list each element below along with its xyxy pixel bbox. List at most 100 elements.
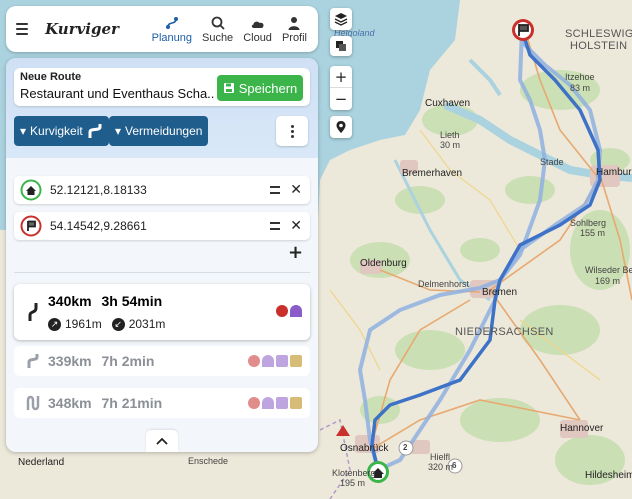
overlay-button[interactable] xyxy=(330,36,352,56)
route-alternative[interactable]: 340km 3h 54min ↗ 1961m ↙ 2031m xyxy=(14,284,310,340)
planning-panel: Neue Route Restaurant und Eventhaus Scha… xyxy=(6,58,318,452)
map-label: HOLSTEIN xyxy=(570,40,628,52)
add-waypoint-button[interactable]: + xyxy=(288,242,303,263)
map-label: Bremerhaven xyxy=(402,168,463,179)
route-warnings xyxy=(276,305,302,317)
route-duration: 7h 2min xyxy=(101,353,155,369)
zoom-in-button[interactable]: + xyxy=(330,66,352,88)
avoid-label: Vermeidungen xyxy=(125,124,203,138)
map-label: 155 m xyxy=(580,228,606,238)
tab-planning[interactable]: Planung xyxy=(147,15,197,44)
map-label: 195 m xyxy=(340,478,366,488)
curviness-button[interactable]: ▾ Kurvigkeit xyxy=(14,116,109,146)
route-warnings xyxy=(248,355,302,367)
more-options-button[interactable] xyxy=(276,116,308,146)
toll-icon xyxy=(290,397,302,409)
map-label: Osnabrück xyxy=(340,443,389,454)
zoom-out-button[interactable]: − xyxy=(330,88,352,110)
map-label: Bremen xyxy=(482,287,518,298)
map-label: 30 m xyxy=(440,140,461,150)
caret-down-icon: ▾ xyxy=(20,124,27,138)
route-icon xyxy=(165,16,178,29)
very-curvy-road-icon xyxy=(26,395,40,411)
map-label: Sohlberg xyxy=(570,218,607,228)
finish-flag-icon xyxy=(20,215,42,237)
location-pin-icon xyxy=(336,121,346,133)
tab-label: Profil xyxy=(281,31,307,44)
user-icon xyxy=(288,16,300,30)
drag-handle-icon[interactable] xyxy=(270,186,281,194)
map-label: Nederland xyxy=(18,457,65,468)
app-logo: Kurviger xyxy=(45,20,119,38)
map-label: SCHLESWIG- xyxy=(565,28,632,40)
remove-waypoint-icon[interactable]: ✕ xyxy=(290,182,302,198)
elevation-summary: ↗ 1961m ↙ 2031m xyxy=(48,317,165,331)
layers-button[interactable] xyxy=(330,8,352,30)
overlay-icon xyxy=(336,41,346,51)
route-summary: 340km 3h 54min xyxy=(48,293,162,309)
no-entry-icon xyxy=(248,397,260,409)
route-alternative[interactable]: 348km 7h 21min xyxy=(14,388,310,418)
route-distance: 339km xyxy=(48,353,92,369)
route-alternative[interactable]: 339km 7h 2min xyxy=(14,346,310,376)
locate-button[interactable] xyxy=(330,116,352,138)
curvy-road-icon xyxy=(88,124,102,138)
home-icon xyxy=(20,179,42,201)
zoom-control: + − xyxy=(330,66,352,110)
route-warnings xyxy=(248,397,302,409)
app-header: Kurviger Planung Suche Cloud Profil xyxy=(6,6,318,52)
cloud-icon xyxy=(251,21,264,28)
dot xyxy=(290,134,294,138)
avoid-button[interactable]: ▾ Vermeidungen xyxy=(109,116,209,146)
toll-icon xyxy=(290,355,302,367)
tab-cloud[interactable]: Cloud xyxy=(238,15,277,44)
waypoint-row[interactable]: 54.14542,9.28661 ✕ xyxy=(14,212,310,240)
descent-icon: ↙ xyxy=(111,317,125,331)
save-label: Speichern xyxy=(238,80,298,96)
waypoint-coords[interactable]: 54.14542,9.28661 xyxy=(50,219,270,233)
save-button[interactable]: Speichern xyxy=(217,75,303,101)
curvy-road-icon xyxy=(27,354,39,368)
tunnel-icon xyxy=(290,305,302,317)
waypoint-row[interactable]: 52.12121,8.18133 ✕ xyxy=(14,176,310,204)
tab-label: Suche xyxy=(201,31,234,44)
tunnel-icon xyxy=(262,355,274,367)
map-label: Lieth xyxy=(440,130,460,140)
collapse-panel-button[interactable] xyxy=(146,430,178,452)
layers-icon xyxy=(334,13,348,26)
no-entry-icon xyxy=(248,355,260,367)
map-label: Klotenberg xyxy=(332,468,376,478)
map-label: Wilseder Berg xyxy=(585,265,632,275)
remove-waypoint-icon[interactable]: ✕ xyxy=(290,218,302,234)
route-name-input[interactable]: Restaurant und Eventhaus Scha... xyxy=(20,86,215,101)
menu-button[interactable] xyxy=(16,15,43,43)
route-summary: 348km 7h 21min xyxy=(48,395,162,411)
ascent-value: 1961m xyxy=(65,317,102,331)
divider xyxy=(14,272,310,273)
map-label: 169 m xyxy=(595,276,621,286)
tab-profile[interactable]: Profil xyxy=(277,15,312,44)
drag-handle-icon[interactable] xyxy=(270,222,281,230)
map-label: Hildesheim xyxy=(585,470,632,481)
tab-search[interactable]: Suche xyxy=(197,15,238,44)
curvy-road-icon xyxy=(28,303,38,321)
map-badge: 2 xyxy=(403,443,408,452)
end-marker-icon xyxy=(512,19,534,41)
map-label: 320 m xyxy=(428,462,454,472)
waypoint-coords[interactable]: 52.12121,8.18133 xyxy=(50,183,270,197)
route-duration: 7h 21min xyxy=(101,395,163,411)
tunnel-icon xyxy=(262,397,274,409)
save-icon xyxy=(223,83,234,93)
route-title: Neue Route xyxy=(20,71,82,83)
ferry-icon xyxy=(276,397,288,409)
ascent-icon: ↗ xyxy=(48,317,61,331)
map-label: 83 m xyxy=(570,83,591,93)
tab-label: Planung xyxy=(151,31,192,44)
nav-tabs: Planung Suche Cloud Profil xyxy=(147,15,312,44)
hamburger-line xyxy=(16,28,28,30)
map-label: Enschede xyxy=(188,456,229,466)
hamburger-line xyxy=(16,33,28,35)
map-label: Delmenhorst xyxy=(418,279,470,289)
no-entry-icon xyxy=(276,305,288,317)
chevron-up-icon xyxy=(156,437,168,445)
